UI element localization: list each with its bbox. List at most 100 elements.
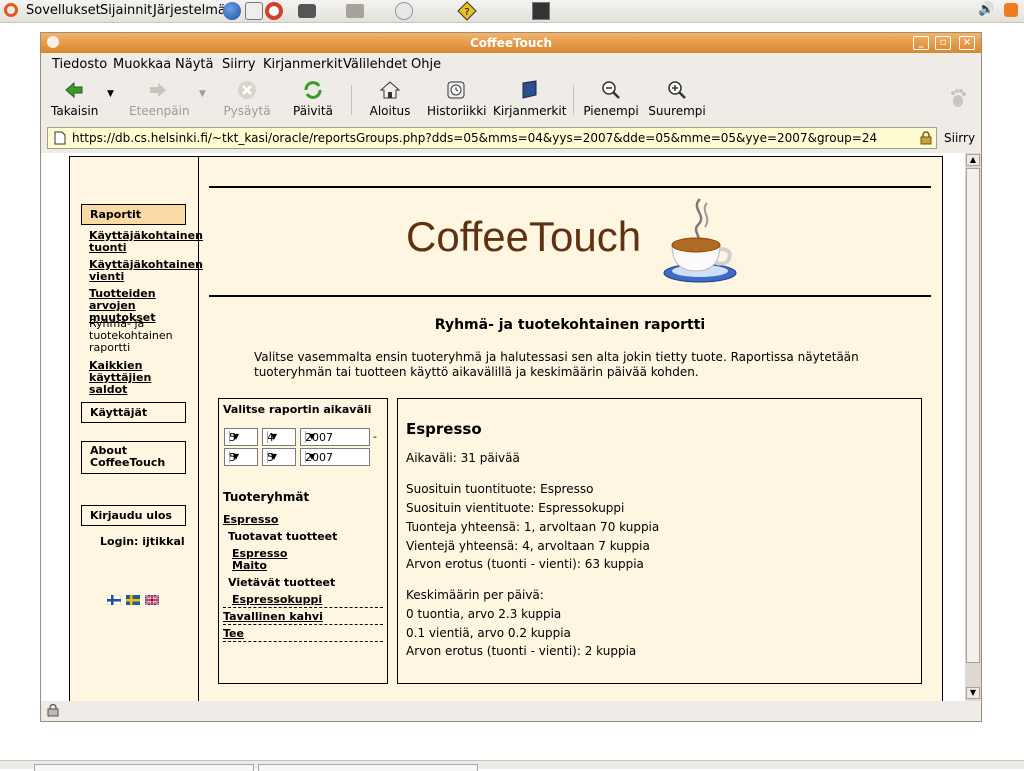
maximize-button[interactable]: ▫: [935, 36, 951, 50]
coffee-cup-icon: [663, 198, 737, 283]
chevron-down-icon: ▼: [267, 431, 280, 443]
menu-bookmarks[interactable]: Kirjanmerkit: [263, 57, 343, 72]
forward-history-chevron-icon[interactable]: ▼: [199, 89, 206, 99]
range-label: Valitse raportin aikaväli: [223, 403, 372, 416]
group-divider: [223, 641, 383, 642]
reload-icon: [304, 81, 322, 99]
report-title: Espresso: [406, 420, 482, 438]
folder-launcher-icon[interactable]: [346, 4, 364, 18]
mail-launcher-icon[interactable]: [245, 2, 263, 20]
chevron-down-icon: ▼: [267, 451, 280, 463]
report-average-exports: 0.1 vientiä, arvo 0.2 kuppia: [406, 626, 571, 640]
product-link-espresso-cup[interactable]: Espressokuppi: [232, 593, 322, 606]
scroll-down-button[interactable]: ▼: [966, 687, 980, 699]
report-average-diff: Arvon erotus (tuonti - vienti): 2 kuppia: [406, 644, 637, 658]
browser-window: CoffeeTouch _ ▫ × Tiedosto Muokkaa Näytä…: [40, 32, 982, 722]
system-menu[interactable]: Järjestelmä: [153, 3, 226, 18]
sidebar-item-about[interactable]: About CoffeeTouch: [81, 441, 186, 474]
history-clock-icon: [447, 81, 465, 99]
window-title: CoffeeTouch: [469, 36, 553, 50]
activity-throbber-icon: [951, 89, 966, 107]
volume-icon[interactable]: 🔊: [978, 2, 996, 20]
report-popular-import: Suosituin tuontituote: Espresso: [406, 482, 594, 496]
status-bar: [41, 701, 981, 721]
end-year-select[interactable]: 2007 ▼: [300, 448, 370, 466]
places-menu[interactable]: Sijainnit: [100, 3, 152, 18]
padlock-icon[interactable]: [920, 131, 932, 145]
chevron-down-icon: ▼: [229, 431, 242, 443]
home-button[interactable]: Aloitus: [367, 79, 413, 118]
svg-text:?: ?: [464, 7, 469, 18]
group-link-espresso[interactable]: Espresso: [223, 513, 278, 526]
menu-go[interactable]: Siirry: [222, 57, 256, 72]
swedish-flag-icon[interactable]: [126, 595, 140, 605]
browser-launcher-icon[interactable]: [223, 2, 241, 20]
product-link-milk[interactable]: Maito: [232, 559, 267, 572]
end-month-select[interactable]: 5 ▼: [262, 448, 296, 466]
home-icon: [379, 81, 401, 99]
intro-text: Valitse vasemmalta ensin tuoteryhmä ja h…: [254, 350, 859, 379]
start-year-select[interactable]: 2007 ▼: [300, 428, 370, 446]
start-day-select[interactable]: 5 ▼: [224, 428, 258, 446]
end-day-select[interactable]: 5 ▼: [224, 448, 258, 466]
zoom-in-icon: [668, 81, 686, 99]
finnish-flag-icon[interactable]: [107, 595, 121, 605]
url-input[interactable]: https://db.cs.helsinki.fi/~tkt_kasi/orac…: [47, 127, 937, 149]
sidebar-item-user-import[interactable]: Käyttäjäkohtainen tuonti: [89, 230, 203, 254]
imported-products-label: Tuotavat tuotteet: [228, 530, 338, 543]
security-lock-icon[interactable]: [47, 704, 59, 717]
back-button[interactable]: Takaisin: [51, 79, 98, 118]
stop-icon: [238, 81, 256, 99]
back-history-chevron-icon[interactable]: ▼: [107, 89, 114, 99]
zoom-in-button[interactable]: Suurempi: [647, 79, 707, 118]
reload-button[interactable]: Päivitä: [291, 79, 335, 118]
sidebar-item-user-export[interactable]: Käyttäjäkohtainen vienti: [89, 259, 203, 283]
sidebar-item-logout[interactable]: Kirjaudu ulos: [81, 505, 186, 526]
minimize-button[interactable]: _: [913, 36, 929, 50]
chevron-down-icon: ▼: [229, 451, 242, 463]
menu-tabs[interactable]: Välilehdet: [343, 57, 407, 72]
english-flag-icon[interactable]: [145, 595, 159, 605]
document-launcher-icon[interactable]: [395, 2, 413, 20]
stop-button[interactable]: Pysäytä: [223, 79, 271, 118]
applications-menu[interactable]: Sovellukset: [26, 3, 101, 18]
range-dash: -: [373, 430, 377, 443]
go-button[interactable]: Siirry: [944, 131, 975, 145]
start-month-select[interactable]: 4 ▼: [262, 428, 296, 446]
notification-icon[interactable]: [1004, 3, 1018, 17]
sidebar: Raportit Käyttäjäkohtainen tuonti Käyttä…: [70, 157, 203, 701]
filter-panel: Valitse raportin aikaväli 5 ▼ 4 ▼ 2007 ▼ - …: [218, 398, 388, 684]
sidebar-item-all-balances[interactable]: Kaikkien käyttäjien saldot: [89, 360, 189, 396]
window-titlebar[interactable]: CoffeeTouch _ ▫ ×: [41, 33, 981, 53]
group-divider: [223, 607, 383, 608]
group-link-tea[interactable]: Tee: [223, 627, 244, 640]
page-viewport: Raportit Käyttäjäkohtainen tuonti Käyttä…: [41, 153, 965, 701]
history-button[interactable]: Historiikki: [427, 79, 487, 118]
group-divider: [223, 624, 383, 625]
ubuntu-logo-icon[interactable]: [4, 3, 18, 17]
help-launcher-icon[interactable]: [265, 2, 283, 20]
bookmarks-button[interactable]: Kirjanmerkit: [493, 79, 566, 118]
menu-help[interactable]: Ohje: [411, 57, 441, 72]
camera-launcher-icon[interactable]: [298, 4, 316, 18]
report-panel: Espresso Aikaväli: 31 päivää Suosituin t…: [397, 398, 922, 684]
scroll-thumb[interactable]: [966, 168, 980, 663]
vertical-scrollbar[interactable]: ▲ ▼: [965, 153, 981, 701]
menu-file[interactable]: Tiedosto: [52, 57, 107, 72]
zoom-out-button[interactable]: Pienempi: [583, 79, 639, 118]
window-menu-icon[interactable]: [47, 36, 59, 48]
sidebar-item-reports[interactable]: Raportit: [81, 204, 186, 225]
sidebar-item-users[interactable]: Käyttäjät: [81, 402, 186, 423]
menu-edit[interactable]: Muokkaa: [113, 57, 171, 72]
forward-button[interactable]: Eteenpäin: [129, 79, 190, 118]
zoom-out-icon: [602, 81, 620, 99]
terminal-launcher-icon[interactable]: [532, 2, 550, 20]
toolbar-separator: [351, 85, 352, 115]
site-logo: CoffeeTouch: [406, 213, 642, 260]
question-launcher-icon[interactable]: ?: [457, 1, 477, 21]
close-button[interactable]: ×: [959, 36, 975, 50]
menu-view[interactable]: Näytä: [175, 57, 213, 72]
scroll-up-button[interactable]: ▲: [966, 154, 980, 166]
top-panel: Sovellukset Sijainnit Järjestelmä ? 🔊: [0, 0, 1024, 23]
group-link-regular-coffee[interactable]: Tavallinen kahvi: [223, 610, 323, 623]
